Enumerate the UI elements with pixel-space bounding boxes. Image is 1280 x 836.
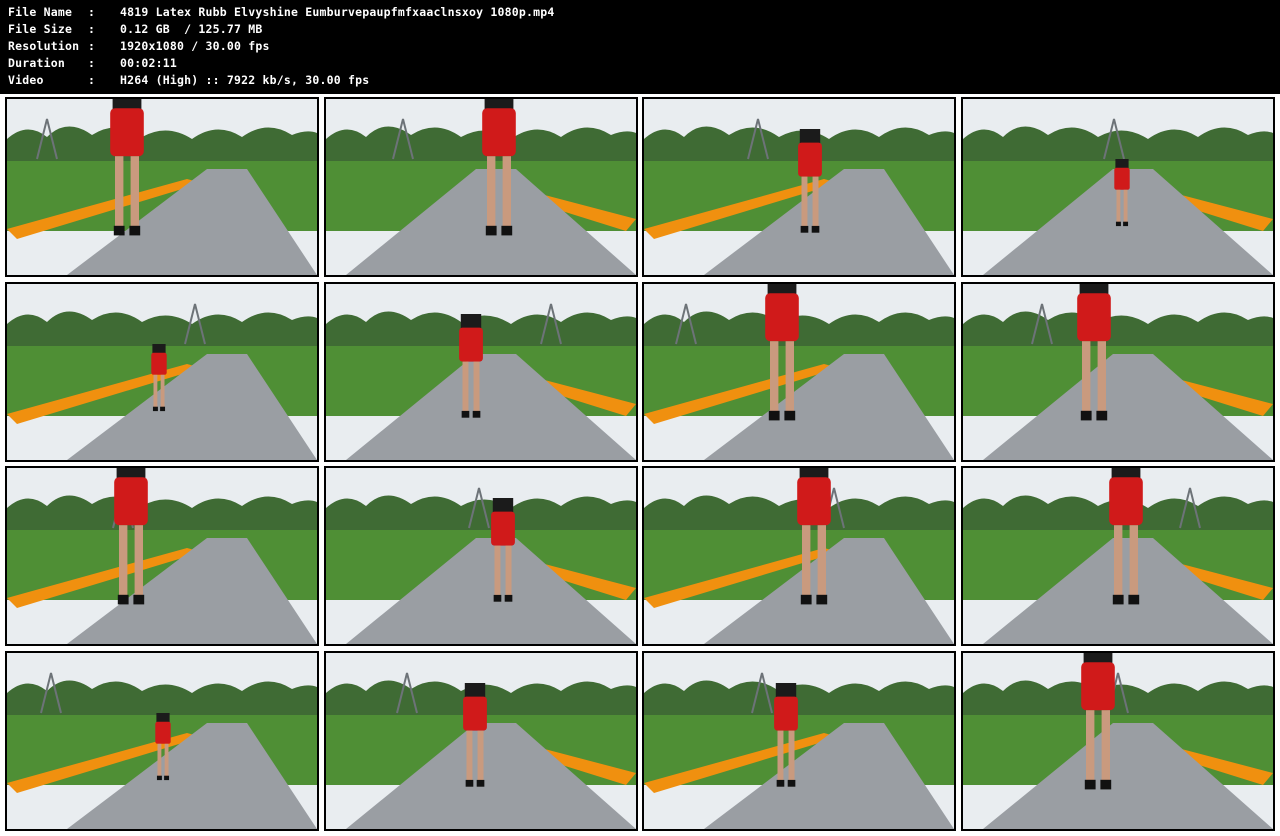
video-thumbnail [5, 97, 319, 277]
video-thumbnail [961, 97, 1275, 277]
video-thumbnail [961, 651, 1275, 831]
video-thumbnail [961, 281, 1275, 462]
resolution-row: Resolution:1920x1080 / 30.00 fps [8, 39, 270, 53]
thumbnail-frame-image [325, 653, 636, 829]
video-label: Video [8, 73, 44, 87]
thumbnail-frame-image [963, 283, 1273, 460]
thumbnail-frame-image [963, 468, 1273, 645]
video-value: H264 (High) :: 7922 kb/s, 30.00 fps [120, 73, 370, 87]
video-thumbnail [5, 466, 319, 647]
resolution-value: 1920x1080 / 30.00 fps [120, 39, 270, 53]
resolution-label: Resolution [8, 39, 80, 53]
file-name-label: File Name [8, 5, 73, 19]
video-thumbnail [5, 651, 319, 831]
file-name-value: 4819 Latex Rubb Elvyshine Eumburvepaupfm… [120, 5, 555, 19]
video-thumbnail [323, 97, 638, 277]
thumbnail-frame-image [644, 468, 955, 645]
thumbnail-frame-image [7, 653, 317, 829]
video-thumbnail [323, 466, 638, 647]
thumbnail-frame-image [644, 99, 955, 275]
thumbnail-frame-image [325, 283, 636, 460]
thumbnail-sheet [0, 94, 1280, 836]
duration-value: 00:02:11 [120, 56, 177, 70]
video-thumbnail [642, 281, 957, 462]
file-size-label: File Size [8, 22, 73, 36]
thumbnail-frame-image [644, 283, 955, 460]
thumbnail-frame-image [963, 99, 1273, 275]
thumbnail-frame-image [325, 468, 636, 645]
thumbnail-frame-image [325, 99, 636, 275]
file-name-row: File Name:4819 Latex Rubb Elvyshine Eumb… [8, 5, 555, 19]
video-thumbnail [642, 97, 957, 277]
thumbnail-frame-image [7, 283, 317, 460]
file-size-value: 0.12 GB / 125.77 MB [120, 22, 263, 36]
video-thumbnail [961, 466, 1275, 647]
video-thumbnail [323, 281, 638, 462]
video-row: Video: H264 (High) :: 7922 kb/s, 30.00 fp… [8, 73, 370, 87]
file-size-row: File Size:0.12 GB / 125.77 MB [8, 22, 263, 36]
thumbnail-frame-image [7, 468, 317, 645]
video-thumbnail [5, 281, 319, 462]
duration-label: Duration [8, 56, 65, 70]
video-thumbnail [642, 466, 957, 647]
thumbnail-frame-image [644, 653, 955, 829]
video-thumbnail [642, 651, 957, 831]
thumbnail-frame-image [7, 99, 317, 275]
video-thumbnail [323, 651, 638, 831]
thumbnail-frame-image [963, 653, 1273, 829]
file-info-header: File Name:4819 Latex Rubb Elvyshine Eumb… [0, 0, 1280, 94]
duration-row: Duration:00:02:11 [8, 56, 177, 70]
